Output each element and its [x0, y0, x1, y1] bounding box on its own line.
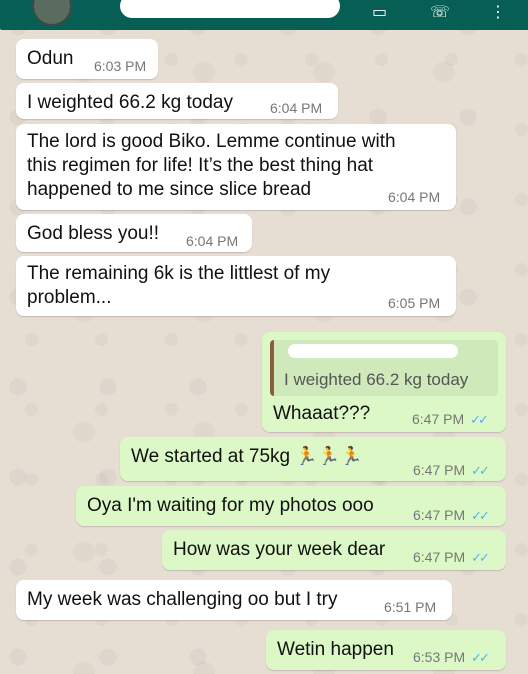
- read-receipt-icon: ✓✓: [471, 508, 490, 523]
- message-outgoing[interactable]: We started at 75kg 🏃🏃🏃 6:47 PM ✓✓: [120, 437, 506, 481]
- message-text: Odun: [27, 48, 74, 69]
- message-text: How was your week dear: [173, 539, 386, 560]
- message-text: Oya I'm waiting for my photos ooo: [87, 495, 374, 516]
- read-receipt-icon: ✓✓: [471, 463, 490, 478]
- video-call-icon[interactable]: ▭: [372, 2, 387, 22]
- more-icon[interactable]: ⋮: [490, 2, 506, 22]
- message-text-line: The lord is good Biko. Lemme continue wi…: [27, 131, 396, 152]
- message-time: 6:47 PM ✓✓: [413, 549, 490, 565]
- message-time: 6:47 PM ✓✓: [413, 462, 490, 478]
- message-incoming[interactable]: Odun 6:03 PM: [16, 39, 158, 79]
- message-text: God bless you!!: [27, 223, 160, 244]
- quoted-message[interactable]: I weighted 66.2 kg today: [270, 340, 498, 396]
- message-text: I weighted 66.2 kg today: [27, 92, 233, 113]
- message-incoming[interactable]: The lord is good Biko. Lemme continue wi…: [16, 124, 456, 210]
- message-outgoing[interactable]: Oya I'm waiting for my photos ooo 6:47 P…: [76, 486, 506, 526]
- message-outgoing[interactable]: How was your week dear 6:47 PM ✓✓: [162, 530, 506, 570]
- message-text-line: The remaining 6k is the littlest of my: [27, 263, 331, 284]
- message-text: Whaaat???: [273, 403, 371, 424]
- chat-header: ▭ ☏ ⋮: [0, 0, 528, 30]
- message-text-line: happened to me since slice bread: [27, 179, 312, 200]
- contact-avatar[interactable]: [32, 0, 72, 26]
- message-time: 6:47 PM ✓✓: [412, 411, 489, 427]
- message-text-line: problem...: [27, 287, 112, 308]
- message-text-line: this regimen for life! It’s the best thi…: [27, 155, 374, 176]
- message-outgoing[interactable]: Wetin happen 6:53 PM ✓✓: [266, 630, 506, 670]
- message-incoming[interactable]: The remaining 6k is the littlest of my p…: [16, 256, 456, 316]
- message-time: 6:03 PM: [94, 58, 147, 74]
- message-text: We started at 75kg 🏃🏃🏃: [131, 446, 363, 467]
- message-time: 6:53 PM ✓✓: [413, 649, 490, 665]
- message-text: My week was challenging oo but I try: [27, 589, 338, 610]
- read-receipt-icon: ✓✓: [471, 650, 490, 665]
- quoted-sender-redacted: [288, 344, 458, 358]
- phone-icon[interactable]: ☏: [430, 2, 450, 22]
- message-outgoing[interactable]: I weighted 66.2 kg today Whaaat??? 6:47 …: [262, 332, 506, 432]
- message-time: 6:04 PM: [270, 100, 323, 116]
- quoted-text: I weighted 66.2 kg today: [284, 370, 469, 389]
- message-time: 6:04 PM: [388, 189, 441, 205]
- running-emoji-icon: 🏃🏃🏃: [295, 446, 363, 466]
- message-incoming[interactable]: God bless you!! 6:04 PM: [16, 214, 252, 252]
- message-time: 6:51 PM: [384, 599, 437, 615]
- message-text: Wetin happen: [277, 639, 394, 660]
- read-receipt-icon: ✓✓: [471, 550, 490, 565]
- message-incoming[interactable]: My week was challenging oo but I try 6:5…: [16, 580, 452, 620]
- message-time: 6:04 PM: [186, 233, 239, 249]
- read-receipt-icon: ✓✓: [470, 412, 489, 427]
- message-time: 6:05 PM: [388, 295, 441, 311]
- contact-name-redacted[interactable]: [120, 0, 340, 18]
- message-incoming[interactable]: I weighted 66.2 kg today 6:04 PM: [16, 83, 338, 119]
- message-time: 6:47 PM ✓✓: [413, 507, 490, 523]
